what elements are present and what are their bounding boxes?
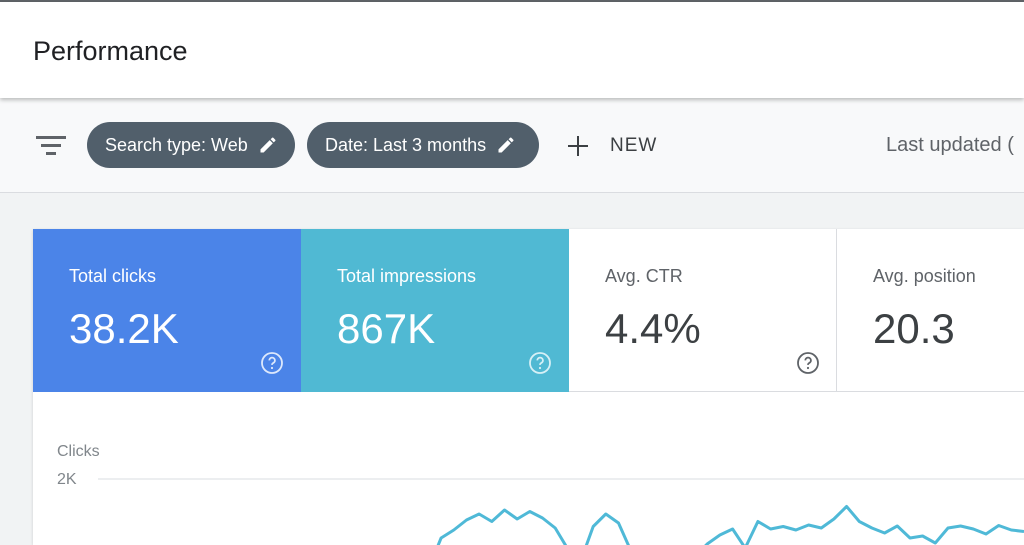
clicks-line-chart: Clicks 2K xyxy=(57,443,1024,545)
metric-value: 38.2K xyxy=(69,305,179,352)
y-axis-label: Clicks xyxy=(57,443,100,460)
metric-label: Total impressions xyxy=(337,266,477,286)
metric-value: 867K xyxy=(337,305,436,352)
metric-card-total-impressions[interactable]: Total impressions 867K xyxy=(301,229,569,392)
new-filter-label: NEW xyxy=(610,135,658,156)
last-updated-text: Last updated ( xyxy=(886,134,1014,156)
chip-label: Search type: Web xyxy=(105,134,248,155)
plus-icon xyxy=(568,136,588,156)
pencil-icon xyxy=(260,137,276,153)
metric-label: Total clicks xyxy=(69,266,157,286)
clicks-series-line xyxy=(352,505,1024,545)
metric-value: 4.4% xyxy=(605,305,701,352)
metric-card-avg-position[interactable]: Avg. position 20.3 xyxy=(837,229,1024,392)
page-header: Performance xyxy=(0,2,1024,98)
help-icon[interactable] xyxy=(260,351,284,375)
search-type-filter-chip[interactable]: Search type: Web xyxy=(87,122,295,168)
help-icon[interactable] xyxy=(796,351,820,375)
performance-panel: Total clicks 38.2K Total impressions 867… xyxy=(33,229,1024,545)
metric-label: Avg. position xyxy=(873,266,976,286)
filter-toolbar: Search type: Web Date: Last 3 months NEW… xyxy=(0,98,1024,193)
metric-card-total-clicks[interactable]: Total clicks 38.2K xyxy=(33,229,301,392)
metric-card-avg-ctr[interactable]: Avg. CTR 4.4% xyxy=(569,229,837,392)
filter-list-icon[interactable] xyxy=(36,134,66,156)
metric-value: 20.3 xyxy=(873,305,955,352)
page-title: Performance xyxy=(33,36,188,66)
pencil-icon xyxy=(498,137,514,153)
help-icon[interactable] xyxy=(528,351,552,375)
y-tick-label: 2K xyxy=(57,471,77,488)
date-range-filter-chip[interactable]: Date: Last 3 months xyxy=(307,122,539,168)
new-filter-button[interactable]: NEW xyxy=(566,131,657,161)
chip-label: Date: Last 3 months xyxy=(325,134,487,155)
metric-label: Avg. CTR xyxy=(605,266,683,286)
